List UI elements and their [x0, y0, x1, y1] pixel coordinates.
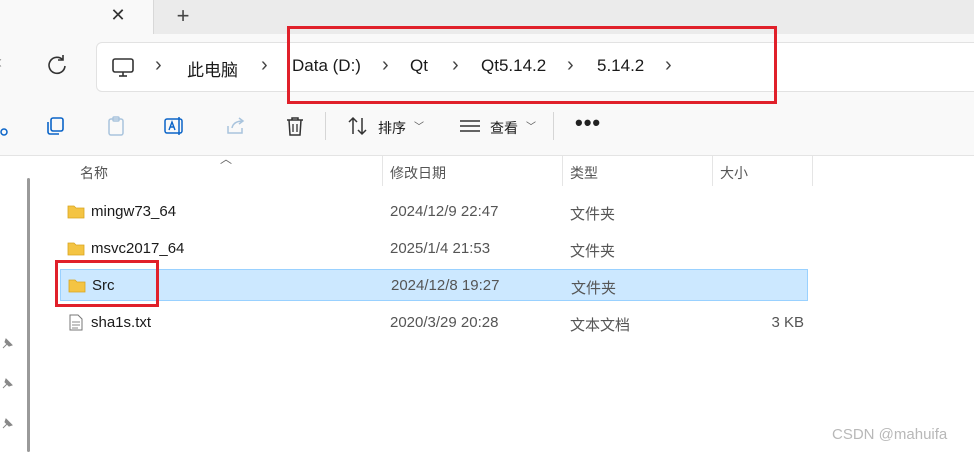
column-header-modified[interactable]: 修改日期: [390, 163, 446, 193]
share-icon[interactable]: [224, 114, 248, 138]
file-type: 文件夹: [570, 243, 616, 260]
file-modified-date: 2024/12/8 19:27: [391, 277, 500, 294]
sort-icon[interactable]: [346, 114, 370, 138]
annotation-box-address-path: [287, 26, 777, 104]
file-row-msvc2017-64[interactable]: msvc2017_64 2025/1/4 21:53 文件夹: [60, 233, 808, 265]
column-divider[interactable]: [382, 156, 383, 186]
pin-icon[interactable]: [0, 377, 14, 391]
delete-icon[interactable]: [283, 114, 307, 138]
navigation-pane: [0, 156, 26, 452]
file-row-mingw73-64[interactable]: mingw73_64 2024/12/9 22:47 文件夹: [60, 196, 808, 228]
active-tab[interactable]: ✕: [0, 0, 154, 34]
file-modified-date: 2025/1/4 21:53: [390, 240, 491, 257]
file-modified-date: 2020/3/29 20:28: [390, 314, 499, 331]
sort-button[interactable]: 排序: [378, 118, 406, 138]
pin-icon[interactable]: [0, 337, 14, 351]
file-name[interactable]: sha1s.txt: [91, 314, 151, 331]
folder-icon: [67, 205, 85, 219]
close-tab-icon[interactable]: ✕: [108, 4, 128, 26]
folder-icon: [67, 242, 85, 256]
sort-ascending-indicator-icon: ︿: [220, 152, 233, 166]
column-divider[interactable]: [712, 156, 713, 186]
toolbar-divider: [553, 112, 554, 140]
file-name[interactable]: mingw73_64: [91, 203, 176, 220]
sort-dropdown-chevron-icon[interactable]: ﹀: [414, 118, 424, 133]
file-row-sha1s-txt[interactable]: sha1s.txt 2020/3/29 20:28 文本文档 3 KB: [60, 307, 808, 339]
column-header-name[interactable]: 名称: [80, 163, 108, 193]
column-divider[interactable]: [562, 156, 563, 186]
back-arrow-icon[interactable]: ‹: [0, 52, 2, 73]
paste-icon[interactable]: [104, 114, 128, 138]
cut-icon[interactable]: [0, 114, 14, 138]
new-tab-icon[interactable]: +: [172, 4, 194, 28]
column-divider[interactable]: [812, 156, 813, 186]
computer-icon[interactable]: [111, 57, 135, 79]
pin-icon[interactable]: [0, 417, 14, 431]
view-icon[interactable]: [458, 114, 482, 138]
annotation-box-src-folder: [55, 260, 159, 307]
toolbar-divider: [325, 112, 326, 140]
column-header-size[interactable]: 大小: [720, 163, 748, 193]
more-options-button[interactable]: •••: [575, 110, 601, 136]
text-file-icon: [69, 314, 83, 331]
breadcrumb-chevron-icon[interactable]: ›: [261, 54, 268, 77]
view-button[interactable]: 查看: [490, 118, 518, 138]
column-header-type[interactable]: 类型: [570, 163, 598, 193]
copy-icon[interactable]: [44, 114, 68, 138]
breadcrumb-this-pc[interactable]: 此电脑: [187, 56, 238, 81]
file-modified-date: 2024/12/9 22:47: [390, 203, 499, 220]
file-row-src[interactable]: Src 2024/12/8 19:27 文件夹: [60, 269, 808, 301]
command-bar: 排序 ﹀ 查看 ﹀ •••: [0, 98, 974, 156]
view-dropdown-chevron-icon[interactable]: ﹀: [526, 118, 536, 133]
rename-icon[interactable]: [163, 114, 187, 138]
file-type: 文件夹: [570, 206, 616, 223]
refresh-icon[interactable]: [44, 52, 70, 78]
watermark: CSDN @mahuifa: [832, 426, 948, 443]
navigation-pane-scrollbar[interactable]: [27, 178, 30, 452]
file-name[interactable]: msvc2017_64: [91, 240, 184, 257]
file-size: 3 KB: [771, 314, 804, 331]
breadcrumb-chevron-icon[interactable]: ›: [155, 54, 162, 77]
file-type: 文本文档: [570, 317, 631, 334]
file-type: 文件夹: [571, 280, 617, 297]
